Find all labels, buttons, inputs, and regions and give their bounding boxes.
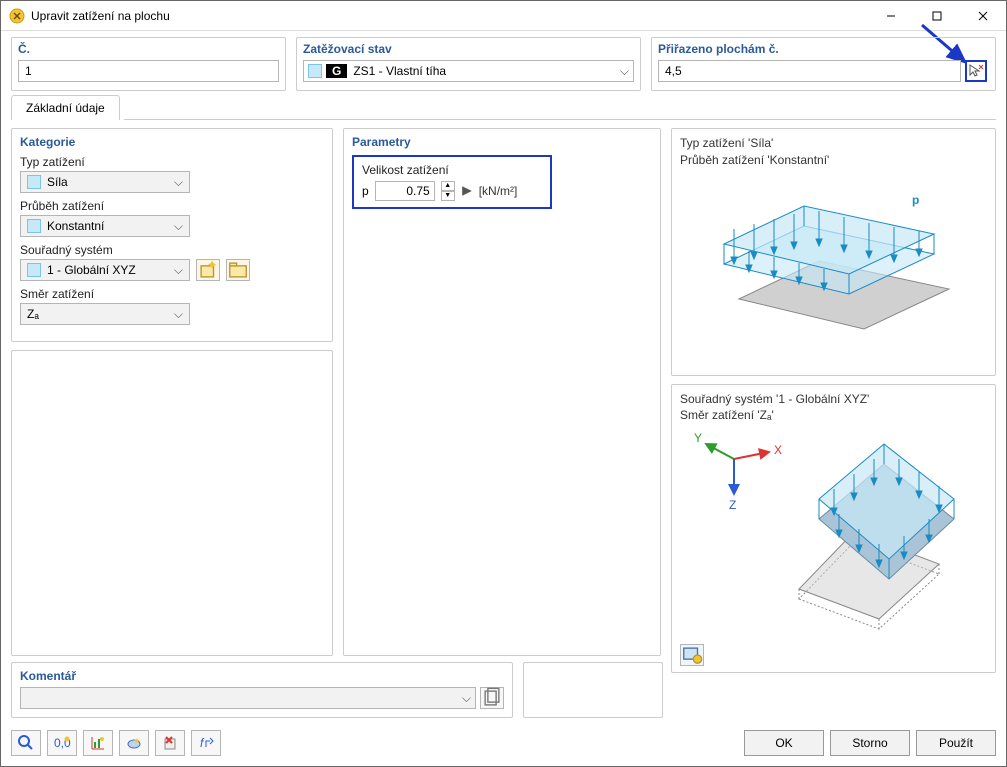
color-swatch-icon	[27, 175, 41, 189]
color-swatch-icon	[27, 263, 41, 277]
chevron-down-icon: ⌵	[174, 175, 183, 190]
favorite-tool-button[interactable]	[119, 730, 149, 756]
chevron-down-icon: ⌵	[174, 263, 183, 278]
cancel-button[interactable]: Storno	[830, 730, 910, 756]
loadcase-color-swatch	[308, 64, 322, 78]
load-distribution-select[interactable]: Konstantní ⌵	[20, 215, 190, 237]
spinner-up-icon[interactable]: ▲	[441, 181, 455, 191]
units-icon: 0,00	[53, 734, 71, 752]
tab-basic-data[interactable]: Základní údaje	[11, 95, 120, 120]
svg-text:f: f	[200, 736, 205, 750]
pick-surfaces-button[interactable]	[965, 60, 987, 82]
preview2-line2: Směr zatížení 'Zₐ'	[680, 407, 987, 424]
assigned-input[interactable]: 4,5	[658, 60, 961, 82]
units-button[interactable]: 0,00	[47, 730, 77, 756]
coord-system-label: Souřadný systém	[20, 243, 324, 257]
preview2-diagram: X Y Z	[684, 424, 984, 644]
coord-system-select[interactable]: 1 - Globální XYZ ⌵	[20, 259, 190, 281]
new-coord-system-button[interactable]	[196, 259, 220, 281]
graph-icon	[89, 734, 107, 752]
assigned-field-block: Přiřazeno plochám č. 4,5	[651, 37, 996, 91]
empty-small-panel	[523, 662, 663, 718]
ok-button[interactable]: OK	[744, 730, 824, 756]
loadcase-field-block: Zatěžovací stav G ZS1 - Vlastní tíha ⌵	[296, 37, 641, 91]
preview-panel-top: Typ zatížení 'Síla' Průběh zatížení 'Kon…	[671, 128, 996, 376]
app-icon	[9, 8, 25, 24]
apply-value-button[interactable]	[461, 185, 473, 197]
preview1-diagram: p	[694, 169, 974, 369]
magnitude-label: Velikost zatížení	[362, 163, 542, 177]
magnitude-group: Velikost zatížení p ▲▼ [kN/m²]	[352, 155, 552, 209]
empty-placeholder-panel	[11, 350, 333, 656]
comment-combo[interactable]: ⌵	[20, 687, 476, 709]
delete-tool-button[interactable]	[155, 730, 185, 756]
load-type-label: Typ zatížení	[20, 155, 324, 169]
preview2-line1: Souřadný systém '1 - Globální XYZ'	[680, 391, 987, 408]
preview1-line1: Typ zatížení 'Síla'	[680, 135, 987, 152]
parameters-title: Parametry	[352, 135, 652, 149]
loadcase-select[interactable]: G ZS1 - Vlastní tíha ⌵	[303, 60, 634, 82]
comment-title: Komentář	[20, 669, 504, 683]
loadcase-value: ZS1 - Vlastní tíha	[353, 64, 446, 78]
magnitude-symbol: p	[362, 184, 369, 198]
function-tool-button[interactable]: f	[191, 730, 221, 756]
title-bar: Upravit zatížení na plochu	[1, 1, 1006, 31]
comment-panel: Komentář ⌵	[11, 662, 513, 718]
magnitude-spinner[interactable]: ▲▼	[441, 181, 455, 201]
copy-icon	[481, 687, 503, 709]
chevron-down-icon: ⌵	[620, 64, 629, 79]
magnitude-input[interactable]	[375, 181, 435, 201]
pick-cursor-icon	[968, 63, 984, 79]
comment-pick-button[interactable]	[480, 687, 504, 709]
parameters-panel: Parametry Velikost zatížení p ▲▼ [kN/m²]	[343, 128, 661, 656]
svg-text:Y: Y	[694, 431, 702, 445]
load-direction-select[interactable]: Zₐ ⌵	[20, 303, 190, 325]
spinner-down-icon[interactable]: ▼	[441, 191, 455, 201]
chevron-down-icon: ⌵	[174, 219, 183, 234]
magnitude-unit: [kN/m²]	[479, 184, 518, 198]
library-coord-system-button[interactable]	[226, 259, 250, 281]
number-field-block: Č. 1	[11, 37, 286, 91]
load-type-select[interactable]: Síla ⌵	[20, 171, 190, 193]
load-direction-label: Směr zatížení	[20, 287, 324, 301]
apply-button[interactable]: Použít	[916, 730, 996, 756]
help-button[interactable]	[11, 730, 41, 756]
preview1-line2: Průběh zatížení 'Konstantní'	[680, 152, 987, 169]
categories-panel: Kategorie Typ zatížení Síla ⌵ Průběh zat…	[11, 128, 333, 342]
svg-text:Z: Z	[729, 498, 736, 512]
number-input[interactable]: 1	[18, 60, 279, 82]
assigned-label: Přiřazeno plochám č.	[658, 42, 989, 56]
cloud-icon	[125, 734, 143, 752]
graph-tool-button[interactable]	[83, 730, 113, 756]
chevron-down-icon: ⌵	[462, 691, 471, 706]
load-distribution-label: Průběh zatížení	[20, 199, 324, 213]
folder-icon	[227, 259, 249, 281]
loadcase-category-badge: G	[326, 64, 347, 78]
magnifier-icon	[17, 734, 35, 752]
chevron-down-icon: ⌵	[174, 307, 183, 322]
loadcase-label: Zatěžovací stav	[303, 42, 634, 56]
function-icon: f	[197, 734, 215, 752]
new-sparkle-icon	[197, 259, 219, 281]
categories-title: Kategorie	[20, 135, 324, 149]
delete-icon	[161, 734, 179, 752]
window-minimize-button[interactable]	[868, 1, 914, 31]
preview-panel-bottom: Souřadný systém '1 - Globální XYZ' Směr …	[671, 384, 996, 674]
color-swatch-icon	[27, 219, 41, 233]
window-title: Upravit zatížení na plochu	[31, 9, 868, 23]
svg-text:X: X	[774, 443, 782, 457]
svg-text:p: p	[912, 193, 919, 207]
number-label: Č.	[18, 42, 279, 56]
